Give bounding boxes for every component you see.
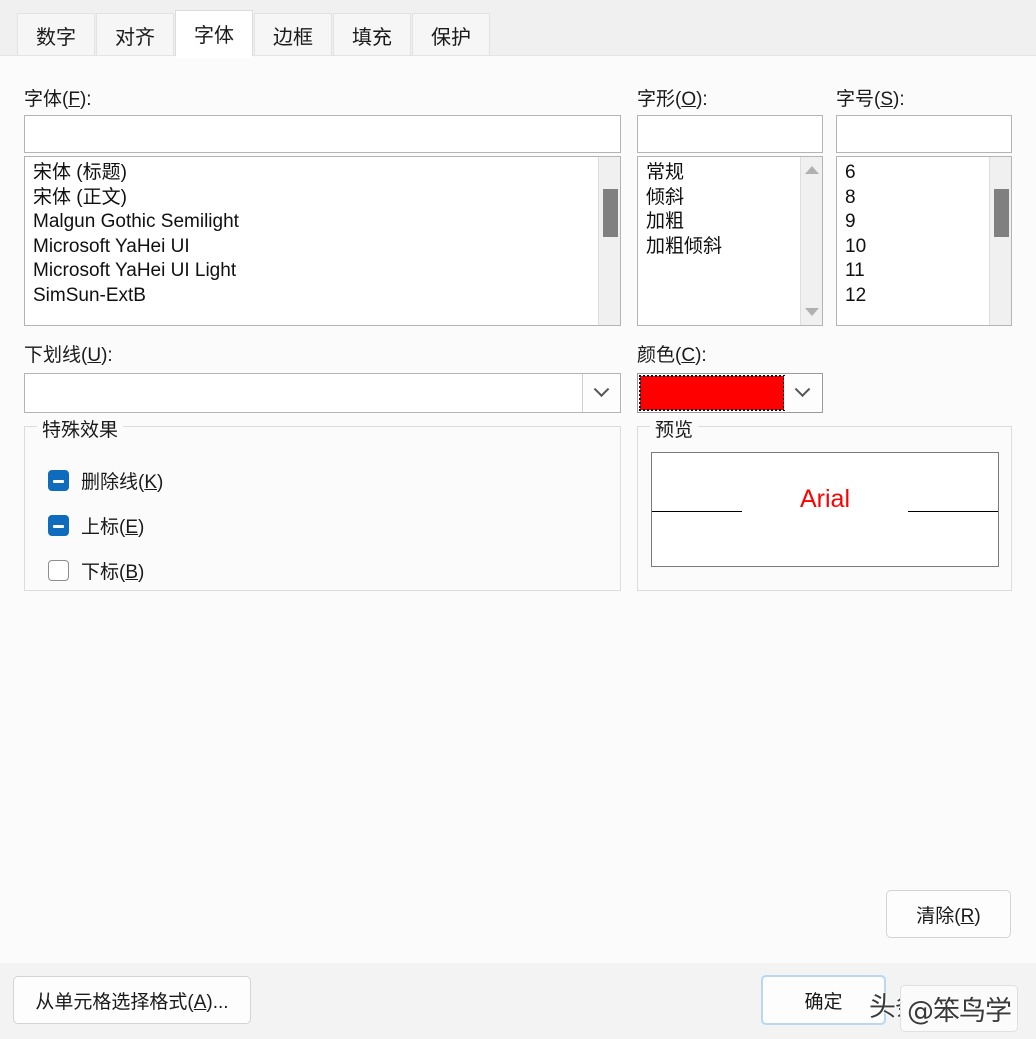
tab-strip: 数字 对齐 字体 边框 填充 保护 bbox=[0, 0, 1036, 58]
tab-border-label: 边框 bbox=[273, 26, 313, 49]
list-item[interactable]: 宋体 (正文) bbox=[31, 186, 598, 211]
font-format-dialog: 数字 对齐 字体 边框 填充 保护 字体(F): 宋体 (标题) 宋体 (正文)… bbox=[0, 0, 1036, 1039]
preview-group: 预览 Arial bbox=[637, 415, 1012, 591]
underline-dropdown[interactable] bbox=[24, 373, 621, 413]
list-item[interactable]: SimSun-ExtB bbox=[31, 284, 598, 309]
color-chevron-down-icon[interactable] bbox=[784, 376, 820, 410]
special-effects-title: 特殊效果 bbox=[37, 415, 124, 442]
color-swatch[interactable] bbox=[640, 376, 784, 410]
font-size-label: 字号(S): bbox=[836, 89, 905, 110]
checkbox-superscript-label: 上标(E) bbox=[81, 517, 145, 538]
tab-number[interactable]: 数字 bbox=[17, 13, 95, 56]
font-style-scrollbar[interactable] bbox=[800, 157, 822, 325]
tab-border[interactable]: 边框 bbox=[254, 13, 332, 56]
preview-title: 预览 bbox=[650, 415, 699, 442]
pick-format-from-cell-button[interactable]: 从单元格选择格式(A)... bbox=[13, 976, 251, 1024]
list-item[interactable]: 6 bbox=[843, 161, 989, 186]
font-size-scrollbar[interactable] bbox=[989, 157, 1011, 325]
checkbox-superscript-box[interactable] bbox=[48, 515, 69, 536]
font-style-list-items: 常规 倾斜 加粗 加粗倾斜 bbox=[638, 157, 800, 325]
font-style-input-value bbox=[638, 116, 822, 123]
font-style-input[interactable] bbox=[637, 115, 823, 153]
clear-button[interactable]: 清除(R) bbox=[886, 890, 1011, 938]
tab-protection-label: 保护 bbox=[431, 26, 471, 49]
checkbox-subscript[interactable]: 下标(B) bbox=[48, 557, 144, 584]
preview-sample-text: Arial bbox=[799, 485, 850, 513]
font-size-list-items: 6 8 9 10 11 12 bbox=[837, 157, 989, 325]
font-style-label: 字形(O): bbox=[637, 89, 708, 110]
font-tab-panel: 字体(F): 宋体 (标题) 宋体 (正文) Malgun Gothic Sem… bbox=[0, 55, 1036, 963]
ok-button-label: 确定 bbox=[804, 991, 843, 1013]
list-item[interactable]: 加粗倾斜 bbox=[644, 235, 800, 260]
font-name-scrollbar[interactable] bbox=[598, 157, 620, 325]
list-item[interactable]: 倾斜 bbox=[644, 186, 800, 211]
scroll-down-arrow-icon[interactable] bbox=[801, 301, 822, 323]
list-item[interactable]: 12 bbox=[843, 284, 989, 309]
list-item[interactable]: 8 bbox=[843, 186, 989, 211]
font-name-scrollbar-thumb[interactable] bbox=[603, 189, 618, 237]
tab-fill[interactable]: 填充 bbox=[333, 13, 411, 56]
checkbox-strikethrough[interactable]: 删除线(K) bbox=[48, 467, 163, 494]
underline-label: 下划线(U): bbox=[24, 345, 113, 366]
font-size-listbox[interactable]: 6 8 9 10 11 12 bbox=[836, 156, 1012, 326]
font-name-label: 字体(F): bbox=[24, 89, 92, 110]
tab-fill-label: 填充 bbox=[352, 26, 392, 49]
clear-button-label: 清除(R) bbox=[916, 905, 981, 927]
font-color-picker[interactable] bbox=[637, 373, 823, 413]
list-item[interactable]: 宋体 (标题) bbox=[31, 161, 598, 186]
list-item[interactable]: 11 bbox=[843, 259, 989, 284]
list-item[interactable]: Malgun Gothic Semilight bbox=[31, 210, 598, 235]
font-size-input-value bbox=[837, 116, 1011, 123]
tab-alignment-label: 对齐 bbox=[115, 26, 155, 49]
list-item[interactable]: 加粗 bbox=[644, 210, 800, 235]
checkbox-strikethrough-box[interactable] bbox=[48, 470, 69, 491]
ok-button[interactable]: 确定 bbox=[761, 975, 886, 1025]
underline-dropdown-value bbox=[25, 374, 582, 412]
font-size-input[interactable] bbox=[836, 115, 1012, 153]
checkbox-subscript-box[interactable] bbox=[48, 560, 69, 581]
tab-font[interactable]: 字体 bbox=[175, 10, 253, 58]
list-item[interactable]: 10 bbox=[843, 235, 989, 260]
preview-box: Arial bbox=[651, 452, 999, 567]
font-size-scrollbar-thumb[interactable] bbox=[994, 189, 1009, 237]
special-effects-group: 特殊效果 删除线(K) 上标(E) 下标(B) bbox=[24, 415, 621, 591]
tab-protection[interactable]: 保护 bbox=[412, 13, 490, 56]
tab-font-label: 字体 bbox=[194, 25, 234, 47]
font-name-input[interactable] bbox=[24, 115, 621, 153]
checkbox-strikethrough-label: 删除线(K) bbox=[81, 472, 164, 493]
checkbox-superscript[interactable]: 上标(E) bbox=[48, 512, 144, 539]
pick-format-from-cell-label: 从单元格选择格式(A)... bbox=[35, 991, 229, 1013]
dialog-footer: 从单元格选择格式(A)... 确定 bbox=[0, 963, 1036, 1039]
list-item[interactable]: Microsoft YaHei UI bbox=[31, 235, 598, 260]
tab-alignment[interactable]: 对齐 bbox=[96, 13, 174, 56]
font-style-listbox[interactable]: 常规 倾斜 加粗 加粗倾斜 bbox=[637, 156, 823, 326]
chevron-down-icon[interactable] bbox=[582, 374, 620, 412]
checkbox-subscript-label: 下标(B) bbox=[81, 562, 145, 583]
font-name-list-items: 宋体 (标题) 宋体 (正文) Malgun Gothic Semilight … bbox=[25, 157, 598, 325]
list-item[interactable]: 9 bbox=[843, 210, 989, 235]
list-item[interactable]: 常规 bbox=[644, 161, 800, 186]
scroll-up-arrow-icon[interactable] bbox=[801, 159, 822, 181]
list-item[interactable]: Microsoft YaHei UI Light bbox=[31, 259, 598, 284]
color-label: 颜色(C): bbox=[637, 345, 707, 366]
font-name-listbox[interactable]: 宋体 (标题) 宋体 (正文) Malgun Gothic Semilight … bbox=[24, 156, 621, 326]
color-swatch-focus-ring bbox=[639, 375, 785, 411]
font-name-input-value bbox=[25, 116, 620, 123]
tab-number-label: 数字 bbox=[36, 26, 76, 49]
